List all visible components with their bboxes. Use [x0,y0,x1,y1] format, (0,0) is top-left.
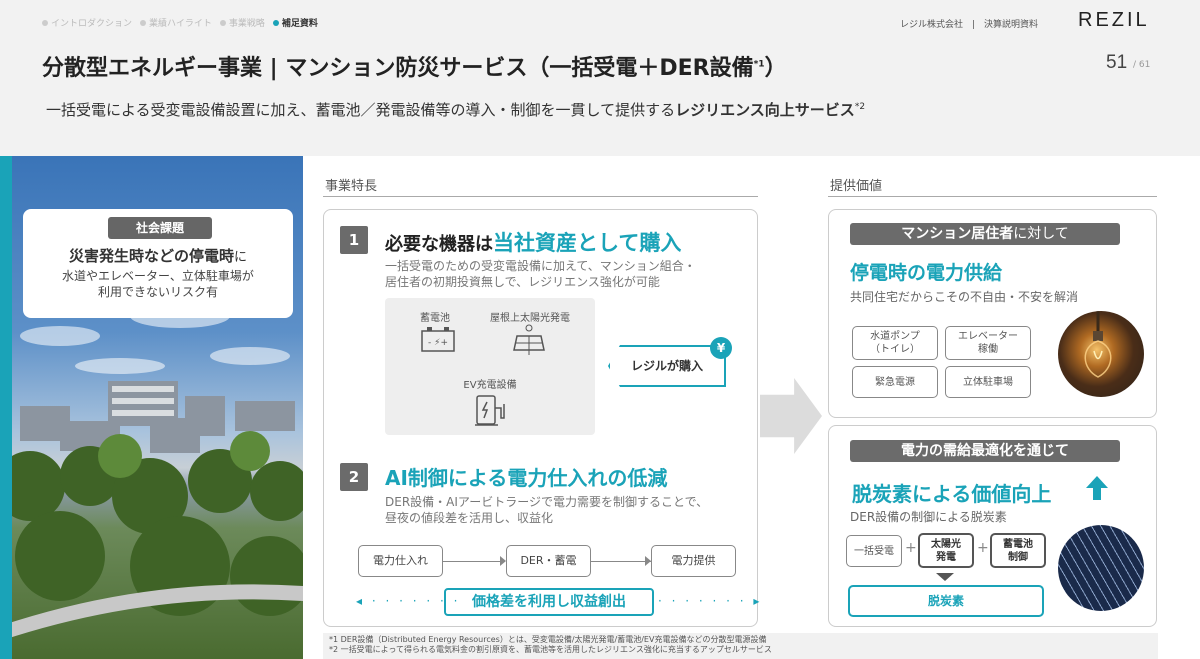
chip-parking: 立体駐車場 [945,366,1031,398]
svg-text:- ⚡+: - ⚡+ [428,338,448,348]
rezil-logo: REZIL [1078,9,1150,31]
page-total: / 61 [1133,60,1151,70]
breadcrumb: イントロダクション 業績ハイライト 事業戦略 補足資料 [42,16,318,29]
profit-banner: 価格差を利用し収益創出 [444,588,654,616]
ev-charger-icon [474,394,508,432]
value-1-description: 共同住宅だからこその不自由・不安を解消 [850,290,1079,304]
value-2-tag: 電力の需給最適化を通じて [850,440,1120,462]
dotted-arrow-right: · · · · · · · ▸ [658,594,763,608]
page-subtitle: 一括受電による受変電設備設置に加え、蓄電池／発電設備等の導入・制御を一貫して提供… [46,101,866,119]
company-doc-label: レジル株式会社 | 決算説明資料 [900,20,1039,30]
flow-step-der: DER・蓄電 [506,545,591,577]
page-number: 51 [1106,52,1128,73]
chip-elevator: エレベーター 稼働 [945,326,1031,360]
chip-battery-control: 蓄電池 制御 [990,533,1046,568]
chip-solar: 太陽光 発電 [918,533,974,568]
footnote-1: *1 DER設備（Distributed Energy Resources）とは… [329,635,767,644]
social-issue-detail: 水道やエレベーター、立体駐車場が 利用できないリスク有 [62,269,254,299]
footnote-2: *2 一括受電によって得られる電気料金の割引原資を、蓄電池等を活用したレジリエン… [329,645,772,654]
solar-panel-photo [1058,525,1144,611]
page-title: 分散型エネルギー事業 | マンション防災サービス（一括受電＋DER設備*1） [42,56,787,81]
feature-2-heading: AI制御による電力仕入れの低減 [385,466,668,490]
arrow-up-icon [1084,475,1110,505]
features-section-label: 事業特長 [325,179,378,194]
plus-icon: + [977,540,989,556]
footnotes: *1 DER設備（Distributed Energy Resources）とは… [323,633,1158,659]
light-bulb-photo [1058,311,1144,397]
value-1-tag: マンション居住者に対して [850,223,1120,245]
chip-water-pump: 水道ポンプ （トイレ） [852,326,938,360]
value-1-heading: 停電時の電力供給 [850,262,1003,284]
breadcrumb-item[interactable]: 事業戦略 [219,16,265,29]
solar-panel-icon [512,322,546,360]
breadcrumb-item-active[interactable]: 補足資料 [272,16,318,29]
flow-step-supply: 電力提供 [651,545,736,577]
breadcrumb-item[interactable]: 業績ハイライト [140,16,212,29]
decarbonization-result: 脱炭素 [848,585,1044,617]
flow-step-procurement: 電力仕入れ [358,545,443,577]
feature-1-description: 一括受電のための受変電設備に加えて、マンション組合・ 居住者の初期投資無しで、レジ… [385,259,696,289]
section-divider [828,196,1157,197]
rezil-purchase-tag: レジルが購入 [608,345,726,387]
value-section-label: 提供価値 [830,179,883,194]
yen-icon: ¥ [710,337,732,359]
plus-icon: + [905,540,917,556]
section-divider [323,196,758,197]
chip-bulk-power: 一括受電 [846,535,902,567]
feature-number-badge: 1 [340,226,368,254]
flow-connector [443,561,505,562]
feature-number-badge: 2 [340,463,368,491]
equipment-label: 蓄電池 [420,313,450,324]
chip-emergency-power: 緊急電源 [852,366,938,398]
equipment-label: EV充電設備 [463,380,517,391]
value-2-description: DER設備の制御による脱炭素 [850,510,1007,524]
feature-1-heading: 必要な機器は当社資産として購入 [385,231,682,255]
accent-stripe [0,156,12,659]
social-issue-headline: 災害発生時などの停電時に [68,247,248,265]
battery-icon: - ⚡+ [421,326,455,356]
triangle-down-icon [936,573,954,581]
value-2-heading: 脱炭素による価値向上 [852,482,1052,506]
flow-connector [591,561,651,562]
breadcrumb-item[interactable]: イントロダクション [42,16,132,29]
feature-2-description: DER設備・AIアービトラージで電力需要を制御することで、 昼夜の値段差を活用し、… [385,495,709,525]
social-issue-tag: 社会課題 [108,217,212,239]
